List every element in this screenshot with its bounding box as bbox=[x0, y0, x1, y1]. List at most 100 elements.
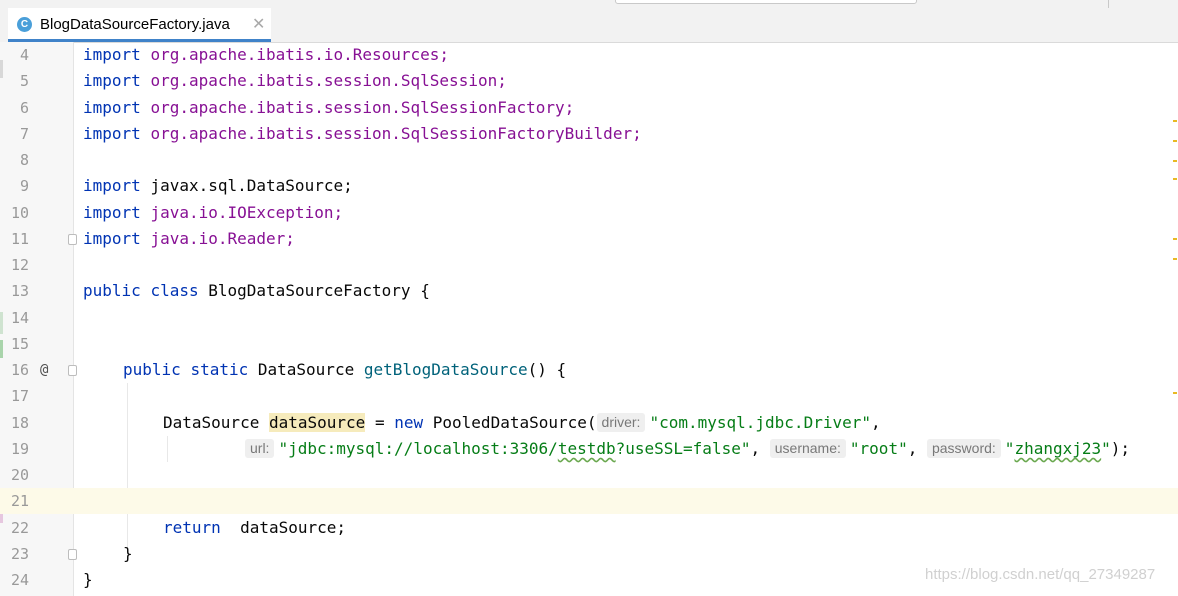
code-line[interactable]: 16 @ public static DataSource getBlogDat… bbox=[0, 357, 1178, 383]
override-icon[interactable]: @ bbox=[40, 357, 48, 383]
current-line[interactable]: 21 bbox=[0, 488, 1178, 514]
typo-underline: testdb bbox=[557, 439, 616, 458]
import-path: org.apache.ibatis.session.SqlSessionFact… bbox=[150, 124, 642, 143]
line-number: 5 bbox=[19, 72, 29, 90]
import-path: org.apache.ibatis.session.SqlSession; bbox=[150, 71, 507, 90]
code-line[interactable]: 22 return dataSource; bbox=[0, 515, 1178, 541]
statement-end: ); bbox=[1110, 439, 1131, 458]
code-text: return dataSource; bbox=[163, 515, 346, 541]
fold-icon[interactable] bbox=[68, 365, 77, 376]
toolbar-separator bbox=[1108, 0, 1109, 8]
code-line[interactable]: 20 bbox=[0, 462, 1178, 488]
import-path: javax.sql.DataSource; bbox=[150, 176, 353, 195]
line-number: 21 bbox=[10, 492, 29, 510]
line-number: 10 bbox=[10, 204, 29, 222]
code-text: import java.io.IOException; bbox=[83, 200, 343, 226]
keyword: public bbox=[123, 360, 181, 379]
keyword: new bbox=[394, 413, 424, 432]
code-text: } bbox=[123, 541, 133, 567]
line-number: 11 bbox=[10, 230, 29, 248]
search-box-edge[interactable] bbox=[615, 0, 917, 4]
code-text: import java.io.Reader; bbox=[83, 226, 295, 252]
keyword: return bbox=[163, 518, 221, 537]
close-icon[interactable]: ✕ bbox=[252, 14, 265, 34]
keyword: import bbox=[83, 203, 141, 222]
return-type: DataSource bbox=[257, 360, 355, 379]
code-text: public class BlogDataSourceFactory { bbox=[83, 278, 430, 304]
watermark: https://blog.csdn.net/qq_27349287 bbox=[925, 566, 1156, 583]
code-line[interactable]: 19 url: "jdbc:mysql://localhost:3306/test… bbox=[0, 436, 1178, 462]
line-number: 23 bbox=[10, 545, 29, 563]
comma: , bbox=[907, 439, 918, 458]
comma: , bbox=[750, 439, 761, 458]
import-path: java.io.IOException; bbox=[150, 203, 344, 222]
string-literal: "com.mysql.jdbc.Driver" bbox=[649, 413, 871, 432]
line-number: 18 bbox=[10, 414, 29, 432]
code-line[interactable]: 7 import org.apache.ibatis.session.SqlSe… bbox=[0, 121, 1178, 147]
method-name: getBlogDataSource bbox=[363, 360, 528, 379]
code-line[interactable]: 10 import java.io.IOException; bbox=[0, 200, 1178, 226]
code-text: } bbox=[83, 567, 93, 593]
brace: { bbox=[420, 281, 430, 300]
line-number: 22 bbox=[10, 519, 29, 537]
tab-blog-data-source-factory[interactable]: C BlogDataSourceFactory.java ✕ bbox=[8, 8, 271, 42]
java-class-icon: C bbox=[17, 17, 32, 32]
string-literal: "root" bbox=[849, 439, 908, 458]
parameter-hint: username: bbox=[769, 439, 846, 458]
code-text: DataSource dataSource = new PooledDataSo… bbox=[163, 410, 881, 436]
code-text: import org.apache.ibatis.io.Resources; bbox=[83, 42, 449, 68]
comma: , bbox=[871, 413, 881, 432]
keyword: import bbox=[83, 124, 141, 143]
code-text: import org.apache.ibatis.session.SqlSess… bbox=[83, 95, 574, 121]
operator: = bbox=[374, 413, 385, 432]
code-text: import org.apache.ibatis.session.SqlSess… bbox=[83, 121, 642, 147]
code-line[interactable]: 12 bbox=[0, 252, 1178, 278]
class-name: BlogDataSourceFactory bbox=[208, 281, 411, 300]
keyword: import bbox=[83, 71, 141, 90]
line-number: 4 bbox=[19, 46, 29, 64]
code-line[interactable]: 9 import javax.sql.DataSource; bbox=[0, 173, 1178, 199]
line-number: 8 bbox=[19, 151, 29, 169]
string-literal: "jdbc:mysql://localhost:3306/ bbox=[278, 439, 558, 458]
constructor: PooledDataSource( bbox=[432, 413, 597, 432]
brace: } bbox=[83, 570, 93, 589]
code-line[interactable]: 18 DataSource dataSource = new PooledDat… bbox=[0, 410, 1178, 436]
line-number: 9 bbox=[19, 177, 29, 195]
line-number: 20 bbox=[10, 466, 29, 484]
keyword: class bbox=[150, 281, 199, 300]
code-line[interactable]: 13 public class BlogDataSourceFactory { bbox=[0, 278, 1178, 304]
keyword: import bbox=[83, 176, 141, 195]
editor-tab-bar: C BlogDataSourceFactory.java ✕ bbox=[0, 8, 1178, 43]
code-line[interactable]: 17 bbox=[0, 383, 1178, 409]
code-line[interactable]: 23 } bbox=[0, 541, 1178, 567]
parameter-hint: password: bbox=[926, 439, 1001, 458]
parameter-hint: url: bbox=[245, 439, 275, 458]
top-toolbar-strip bbox=[0, 0, 1178, 8]
string-literal: " bbox=[1101, 439, 1111, 458]
line-number: 17 bbox=[10, 387, 29, 405]
line-number: 6 bbox=[19, 99, 29, 117]
typo-underline: zhangxj23 bbox=[1014, 439, 1102, 458]
keyword: static bbox=[190, 360, 249, 379]
type-name: DataSource bbox=[163, 413, 260, 432]
tab-title: BlogDataSourceFactory.java bbox=[40, 16, 230, 33]
code-text: import javax.sql.DataSource; bbox=[83, 173, 353, 199]
code-line[interactable]: 6 import org.apache.ibatis.session.SqlSe… bbox=[0, 95, 1178, 121]
line-number: 13 bbox=[10, 282, 29, 300]
code-text: url: "jdbc:mysql://localhost:3306/testdb?… bbox=[245, 436, 1130, 462]
code-line[interactable]: 14 bbox=[0, 305, 1178, 331]
code-line[interactable]: 5 import org.apache.ibatis.session.SqlSe… bbox=[0, 68, 1178, 94]
code-line[interactable]: 8 bbox=[0, 147, 1178, 173]
code-line[interactable]: 11 import java.io.Reader; bbox=[0, 226, 1178, 252]
code-line[interactable]: 15 bbox=[0, 331, 1178, 357]
keyword: public bbox=[83, 281, 141, 300]
method-tail: () { bbox=[527, 360, 567, 379]
line-number: 19 bbox=[10, 440, 29, 458]
code-line[interactable]: 4 import org.apache.ibatis.io.Resources; bbox=[0, 42, 1178, 68]
fold-icon[interactable] bbox=[68, 234, 77, 245]
line-number: 12 bbox=[10, 256, 29, 274]
fold-icon[interactable] bbox=[68, 549, 77, 560]
code-text: public static DataSource getBlogDataSour… bbox=[123, 357, 566, 383]
string-literal: " bbox=[1004, 439, 1015, 458]
line-number: 16 bbox=[10, 361, 29, 379]
